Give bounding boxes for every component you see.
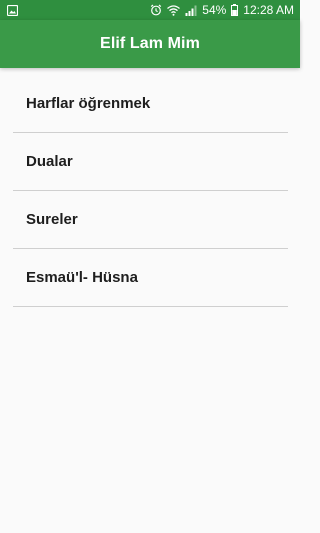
menu-item-sureler[interactable]: Sureler [13, 191, 288, 249]
signal-icon [185, 5, 197, 16]
status-time: 12:28 AM [243, 3, 294, 17]
menu-item-esmaul-husna[interactable]: Esmaü'l- Hüsna [13, 249, 288, 307]
status-bar: 54% 12:28 AM [0, 0, 300, 20]
image-icon [7, 4, 18, 16]
menu-item-dualar[interactable]: Dualar [13, 133, 288, 191]
app-bar: Elif Lam Mim [0, 20, 300, 68]
menu-item-label: Harflar öğrenmek [26, 95, 151, 112]
battery-icon [231, 4, 239, 16]
alarm-icon [150, 4, 162, 16]
app-title: Elif Lam Mim [100, 35, 200, 52]
app-screen: 54% 12:28 AM Elif Lam Mim Harflar öğrenm… [0, 0, 300, 533]
status-bar-right: 54% 12:28 AM [150, 3, 294, 17]
menu-item-label: Dualar [26, 153, 73, 170]
menu-item-harflar[interactable]: Harflar öğrenmek [13, 75, 288, 133]
battery-percent: 54% [202, 3, 227, 17]
menu-item-label: Sureler [26, 211, 78, 228]
menu-list: Harflar öğrenmek Dualar Sureler Esmaü'l-… [13, 75, 288, 307]
status-bar-left [7, 4, 150, 16]
wifi-icon [167, 4, 181, 16]
menu-item-label: Esmaü'l- Hüsna [26, 269, 138, 286]
